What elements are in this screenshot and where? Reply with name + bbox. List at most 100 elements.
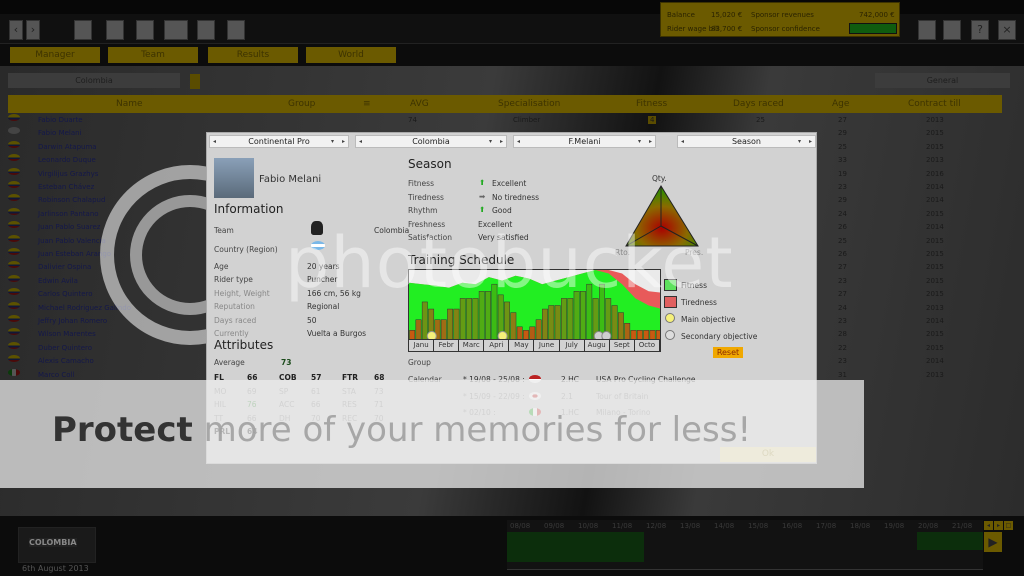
col-fitness[interactable]: Fitness xyxy=(636,99,667,109)
rider-contract: 2015 xyxy=(926,343,944,352)
calendar-day[interactable]: 13/08 xyxy=(680,522,700,530)
rider-name[interactable]: Fabio Melani xyxy=(38,129,82,137)
rider-days-raced: 25 xyxy=(756,116,765,124)
calendar-day[interactable]: 10/08 xyxy=(578,522,598,530)
rider-name[interactable]: Jarlinson Pantano xyxy=(38,210,99,218)
rider-name[interactable]: Dalivier Ospina xyxy=(38,263,91,271)
rider-name[interactable]: Robinson Chalapud xyxy=(38,196,105,204)
filter-icon[interactable] xyxy=(190,74,200,89)
tab-manager[interactable]: Manager xyxy=(10,47,100,63)
info-label-7: Currently xyxy=(214,329,249,338)
col-name[interactable]: Name xyxy=(116,99,143,109)
reset-button[interactable]: Reset xyxy=(713,347,743,358)
clipboard-icon[interactable] xyxy=(227,20,245,40)
season-value-1: No tiredness xyxy=(492,192,540,202)
calendar-icon[interactable] xyxy=(74,20,92,40)
help-icon[interactable]: ? xyxy=(971,20,989,40)
month-label: Febr xyxy=(434,340,460,351)
calendar-expand-icon[interactable]: □ xyxy=(1004,521,1013,530)
month-label: Marc xyxy=(459,340,485,351)
rider-name[interactable]: Jeffry Johan Romero xyxy=(38,317,107,325)
home-icon[interactable] xyxy=(918,20,936,40)
rider-age: 27 xyxy=(838,263,847,272)
training-bar xyxy=(447,308,454,339)
rider-name[interactable]: Alexis Camacho xyxy=(38,357,94,365)
month-label: Apri xyxy=(484,340,510,351)
training-bar xyxy=(655,330,660,339)
tab-team[interactable]: Team xyxy=(108,47,198,63)
tab-results[interactable]: Results xyxy=(208,47,298,63)
race-calendar-strip[interactable]: 08/08 09/08 10/08 11/08 12/08 13/08 14/08 15/08… xyxy=(507,520,983,570)
division-select[interactable]: ◂ Continental Pro ▾ ▸ xyxy=(209,135,349,148)
race-event-block[interactable] xyxy=(507,532,644,562)
flag-icon xyxy=(8,207,20,215)
calendar-day[interactable]: 17/08 xyxy=(816,522,836,530)
col-avg[interactable]: AVG xyxy=(410,99,429,109)
rider-name[interactable]: Virgilijus Grazhys xyxy=(38,170,98,178)
rider-contract: 2015 xyxy=(926,236,944,245)
calendar-day[interactable]: 09/08 xyxy=(544,522,564,530)
mail-icon[interactable] xyxy=(164,20,188,40)
rider-name[interactable]: Wilson Marentes xyxy=(38,330,96,338)
forward-arrow-icon[interactable]: › xyxy=(26,20,40,40)
calendar-day[interactable]: 14/08 xyxy=(714,522,734,530)
team-filter-select[interactable]: Colombia xyxy=(8,73,180,88)
calendar-day[interactable]: 08/08 xyxy=(510,522,530,530)
info-value-6: 50 xyxy=(307,316,317,325)
calendar-day[interactable]: 18/08 xyxy=(850,522,870,530)
rider-name[interactable]: Carlos Quintero xyxy=(38,290,93,298)
calendar-day[interactable]: 15/08 xyxy=(748,522,768,530)
rider-fitness: 4 xyxy=(648,116,657,124)
secondary-objective-marker xyxy=(601,331,612,339)
chart-icon[interactable] xyxy=(136,20,154,40)
calendar-day[interactable]: 16/08 xyxy=(782,522,802,530)
sponsor-confidence-bar xyxy=(849,23,897,34)
main-objective-marker xyxy=(497,331,508,339)
calendar-prev-icon[interactable]: ◂ xyxy=(984,521,993,530)
calendar-day[interactable]: 19/08 xyxy=(884,522,904,530)
race-event-block[interactable] xyxy=(917,532,983,550)
rider-name[interactable]: Leonardo Duque xyxy=(38,156,96,164)
rider-name[interactable]: Marco Coll xyxy=(38,371,74,379)
col-age[interactable]: Age xyxy=(832,99,849,109)
rider-contract: 2016 xyxy=(926,169,944,178)
calendar-day[interactable]: 11/08 xyxy=(612,522,632,530)
rider-name[interactable]: Esteban Chávez xyxy=(38,183,94,191)
sort-icon[interactable]: ≡ xyxy=(363,99,371,109)
rider-select[interactable]: ◂ F.Melani ▾ ▸ xyxy=(513,135,656,148)
col-specialisation[interactable]: Specialisation xyxy=(498,99,560,109)
back-arrow-icon[interactable]: ‹ xyxy=(9,20,23,40)
rider-name[interactable]: Juan Pablo Suarez xyxy=(38,223,100,231)
play-continue-button[interactable]: ▶ xyxy=(984,532,1002,552)
rider-name[interactable]: Fabio Duarte xyxy=(38,116,83,124)
rider-name[interactable]: Edwin Avila xyxy=(38,277,78,285)
rider-name[interactable]: Darwin Atapuma xyxy=(38,143,97,151)
rider-age: 33 xyxy=(838,156,847,165)
calendar-next-icon[interactable]: ▸ xyxy=(994,521,1003,530)
rider-photo xyxy=(214,158,254,198)
rider-name[interactable]: Duber Quintero xyxy=(38,344,92,352)
calendar-day[interactable]: 20/08 xyxy=(918,522,938,530)
training-bar xyxy=(421,301,428,339)
rider-contract: 2013 xyxy=(926,303,944,312)
team-select[interactable]: ◂ Colombia ▾ ▸ xyxy=(355,135,507,148)
table-row[interactable]: Fabio Duarte 74 Climber 4 25 27 2013 xyxy=(8,114,1002,127)
tab-world[interactable]: World xyxy=(306,47,396,63)
wrench-icon[interactable] xyxy=(943,20,961,40)
search-icon[interactable] xyxy=(197,20,215,40)
rider-age: 19 xyxy=(838,169,847,178)
balance-label: Balance xyxy=(667,11,695,19)
col-contract[interactable]: Contract till xyxy=(908,99,961,109)
period-select[interactable]: ◂ Season ▾ ▸ xyxy=(677,135,816,148)
riders-icon[interactable] xyxy=(106,20,124,40)
view-select[interactable]: General xyxy=(875,73,1010,88)
rider-name[interactable]: Juan Pablo Valencia xyxy=(38,237,106,245)
calendar-day[interactable]: 12/08 xyxy=(646,522,666,530)
rider-age: 29 xyxy=(838,196,847,205)
training-bar xyxy=(516,326,523,339)
close-icon[interactable]: × xyxy=(998,20,1016,40)
col-group[interactable]: Group xyxy=(288,99,315,109)
training-bar xyxy=(453,308,460,339)
col-days-raced[interactable]: Days raced xyxy=(733,99,784,109)
calendar-day[interactable]: 21/08 xyxy=(952,522,972,530)
